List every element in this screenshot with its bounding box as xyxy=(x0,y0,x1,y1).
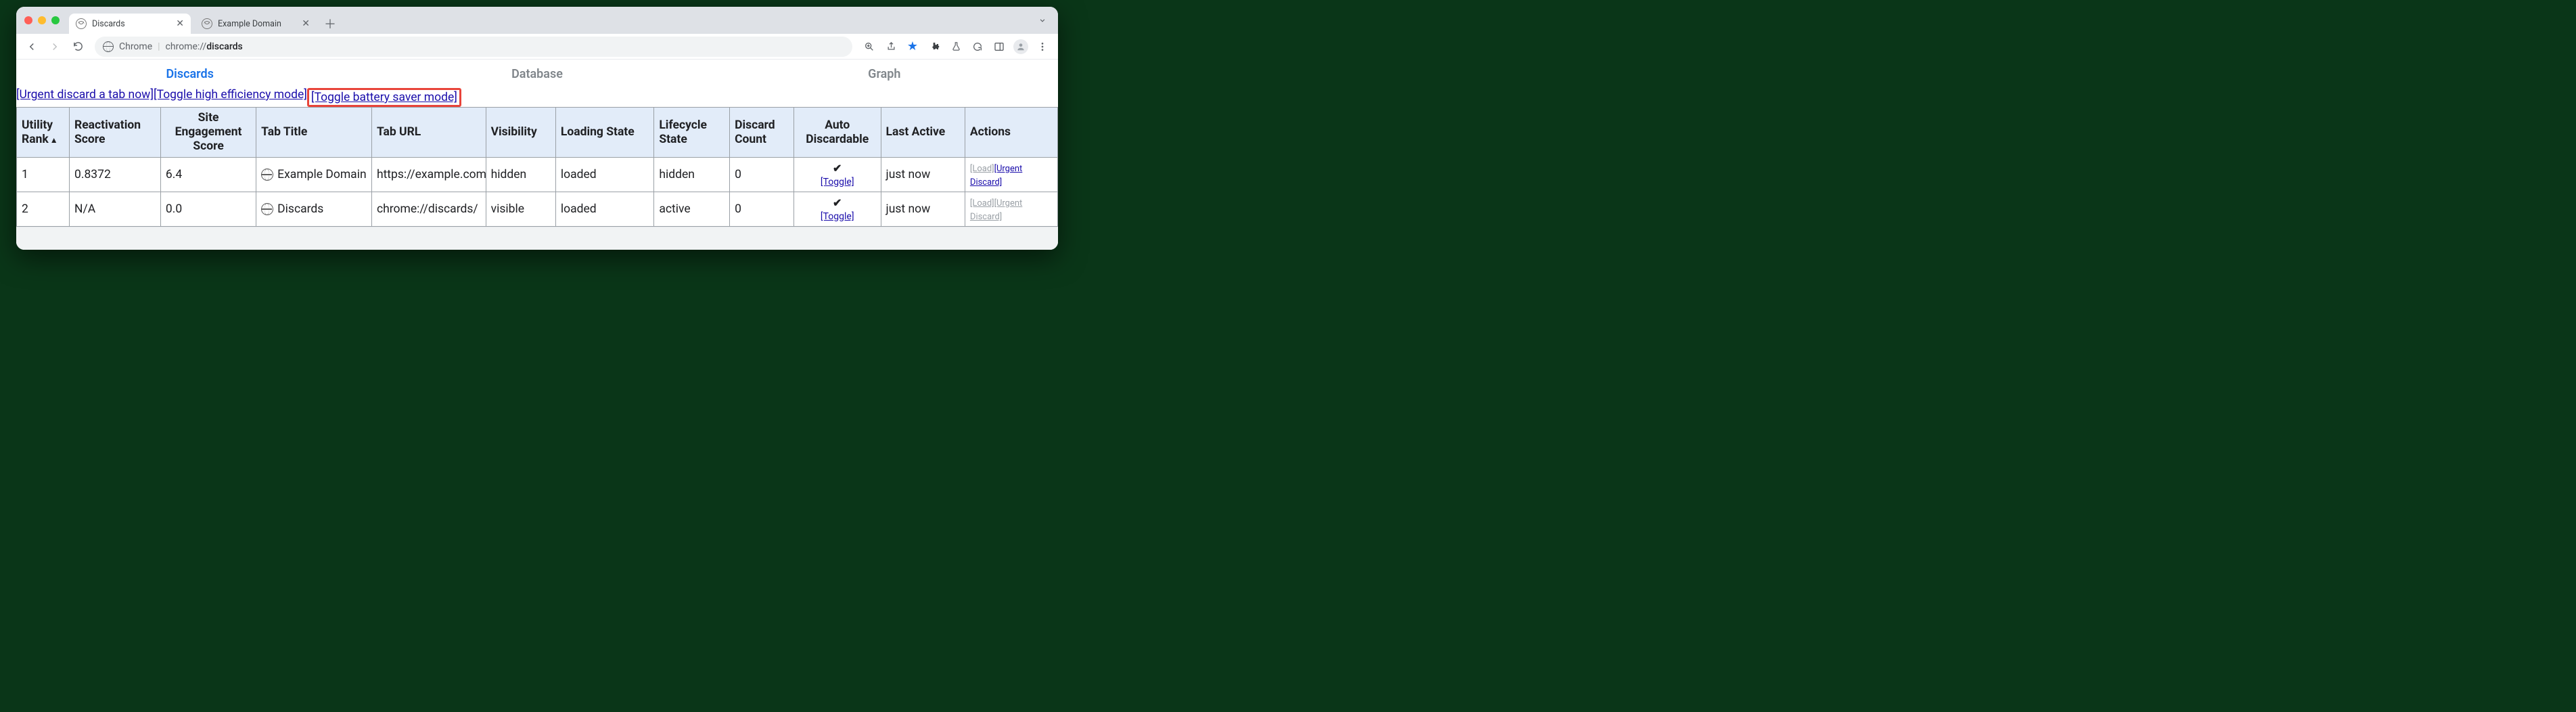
side-panel-icon[interactable] xyxy=(989,37,1009,57)
cell-engagement: 0.0 xyxy=(160,192,256,227)
cell-reactivation: N/A xyxy=(70,192,161,227)
zoom-icon[interactable] xyxy=(859,37,879,57)
discards-table: Utility Rank▲ Reactivation Score Site En… xyxy=(16,107,1058,227)
col-discard-count[interactable]: Discard Count xyxy=(730,108,794,158)
col-site-engagement[interactable]: Site Engagement Score xyxy=(160,108,256,158)
col-utility-rank[interactable]: Utility Rank▲ xyxy=(17,108,70,158)
globe-icon xyxy=(103,41,114,52)
col-lifecycle-state[interactable]: Lifecycle State xyxy=(654,108,730,158)
profile-button[interactable] xyxy=(1011,37,1031,57)
avatar-icon xyxy=(1013,39,1028,54)
col-actions[interactable]: Actions xyxy=(965,108,1057,158)
omnibox-host: chrome:// xyxy=(166,41,207,52)
share-icon[interactable] xyxy=(881,37,901,57)
cell-reactivation: 0.8372 xyxy=(70,158,161,192)
new-tab-button[interactable]: ＋ xyxy=(321,14,340,33)
close-tab-icon[interactable]: ✕ xyxy=(302,19,310,28)
cell-title: Discards xyxy=(256,192,372,227)
sync-icon[interactable] xyxy=(967,37,988,57)
nav-discards[interactable]: Discards xyxy=(16,67,363,81)
browser-window: Discards ✕ Example Domain ✕ ＋ Chrome | xyxy=(16,7,1058,250)
nav-database[interactable]: Database xyxy=(363,67,710,81)
browser-tab[interactable]: Example Domain ✕ xyxy=(195,14,317,34)
load-action-link: [Load] xyxy=(970,198,994,208)
toggle-auto-discardable-link[interactable]: [Toggle] xyxy=(821,211,854,222)
table-header-row: Utility Rank▲ Reactivation Score Site En… xyxy=(17,108,1058,158)
labs-icon[interactable] xyxy=(946,37,966,57)
back-button[interactable] xyxy=(22,37,42,57)
page-footer-bar xyxy=(16,227,1058,250)
close-window-button[interactable] xyxy=(24,16,32,24)
table-row: 10.83726.4Example Domainhttps://example.… xyxy=(17,158,1058,192)
cell-lifecycle: hidden xyxy=(654,158,730,192)
reload-button[interactable] xyxy=(68,37,88,57)
tab-overflow-button[interactable] xyxy=(1038,16,1047,25)
cell-visibility: visible xyxy=(486,192,555,227)
cell-last-active: just now xyxy=(881,192,965,227)
col-reactivation-score[interactable]: Reactivation Score xyxy=(70,108,161,158)
close-tab-icon[interactable]: ✕ xyxy=(176,19,184,28)
omnibox-separator: | xyxy=(158,41,160,52)
col-last-active[interactable]: Last Active xyxy=(881,108,965,158)
col-loading-state[interactable]: Loading State xyxy=(555,108,653,158)
tab-title: Discards xyxy=(92,19,125,29)
cell-url: chrome://discards/ xyxy=(371,192,486,227)
col-tab-title[interactable]: Tab Title xyxy=(256,108,372,158)
toggle-battery-saver-link[interactable]: [Toggle battery saver mode] xyxy=(311,91,457,104)
cell-auto-discardable: ✔ [Toggle] xyxy=(794,158,881,192)
omnibox-path: discards xyxy=(206,41,242,52)
bookmark-star-icon[interactable]: ★ xyxy=(902,37,923,57)
cell-auto-discardable: ✔ [Toggle] xyxy=(794,192,881,227)
extensions-icon[interactable] xyxy=(924,37,944,57)
cell-loading: loaded xyxy=(555,192,653,227)
globe-icon xyxy=(76,18,87,29)
cell-actions: [Load][Urgent Discard] xyxy=(965,192,1057,227)
address-bar[interactable]: Chrome | chrome://discards xyxy=(95,37,852,57)
window-controls xyxy=(22,7,65,34)
check-icon: ✔ xyxy=(799,162,876,175)
urgent-discard-link[interactable]: [Urgent discard a tab now] xyxy=(16,88,154,107)
toolbar: Chrome | chrome://discards ★ xyxy=(16,34,1058,60)
cell-discard-count: 0 xyxy=(730,192,794,227)
check-icon: ✔ xyxy=(799,196,876,209)
cell-loading: loaded xyxy=(555,158,653,192)
cell-lifecycle: active xyxy=(654,192,730,227)
cell-last-active: just now xyxy=(881,158,965,192)
globe-icon xyxy=(261,169,273,181)
sort-asc-icon: ▲ xyxy=(50,135,58,145)
cell-rank: 1 xyxy=(17,158,70,192)
tab-title: Example Domain xyxy=(218,19,281,29)
nav-graph[interactable]: Graph xyxy=(711,67,1058,81)
toolbar-right: ★ xyxy=(859,37,1053,57)
cell-url: https://example.com/ xyxy=(371,158,486,192)
table-row: 2N/A0.0Discardschrome://discards/visible… xyxy=(17,192,1058,227)
minimize-window-button[interactable] xyxy=(38,16,46,24)
toggle-high-efficiency-link[interactable]: [Toggle high efficiency mode] xyxy=(154,88,307,107)
cell-engagement: 6.4 xyxy=(160,158,256,192)
cell-title: Example Domain xyxy=(256,158,372,192)
action-links-row: [Urgent discard a tab now][Toggle high e… xyxy=(16,88,1058,107)
globe-icon xyxy=(261,203,273,215)
load-action-link: [Load] xyxy=(970,164,994,174)
browser-tab-active[interactable]: Discards ✕ xyxy=(69,14,191,34)
maximize-window-button[interactable] xyxy=(51,16,60,24)
page-nav: Discards Database Graph xyxy=(16,60,1058,88)
globe-icon xyxy=(202,18,212,29)
cell-rank: 2 xyxy=(17,192,70,227)
col-visibility[interactable]: Visibility xyxy=(486,108,555,158)
col-auto-discardable[interactable]: Auto Discardable xyxy=(794,108,881,158)
cell-actions: [Load][Urgent Discard] xyxy=(965,158,1057,192)
forward-button[interactable] xyxy=(45,37,65,57)
omnibox-prefix: Chrome xyxy=(119,41,152,52)
toggle-auto-discardable-link[interactable]: [Toggle] xyxy=(821,177,854,187)
page-content: Discards Database Graph [Urgent discard … xyxy=(16,60,1058,250)
menu-button[interactable] xyxy=(1032,37,1053,57)
col-tab-url[interactable]: Tab URL xyxy=(371,108,486,158)
tab-strip: Discards ✕ Example Domain ✕ ＋ xyxy=(16,7,1058,34)
cell-visibility: hidden xyxy=(486,158,555,192)
highlighted-action: [Toggle battery saver mode] xyxy=(307,88,461,107)
cell-discard-count: 0 xyxy=(730,158,794,192)
